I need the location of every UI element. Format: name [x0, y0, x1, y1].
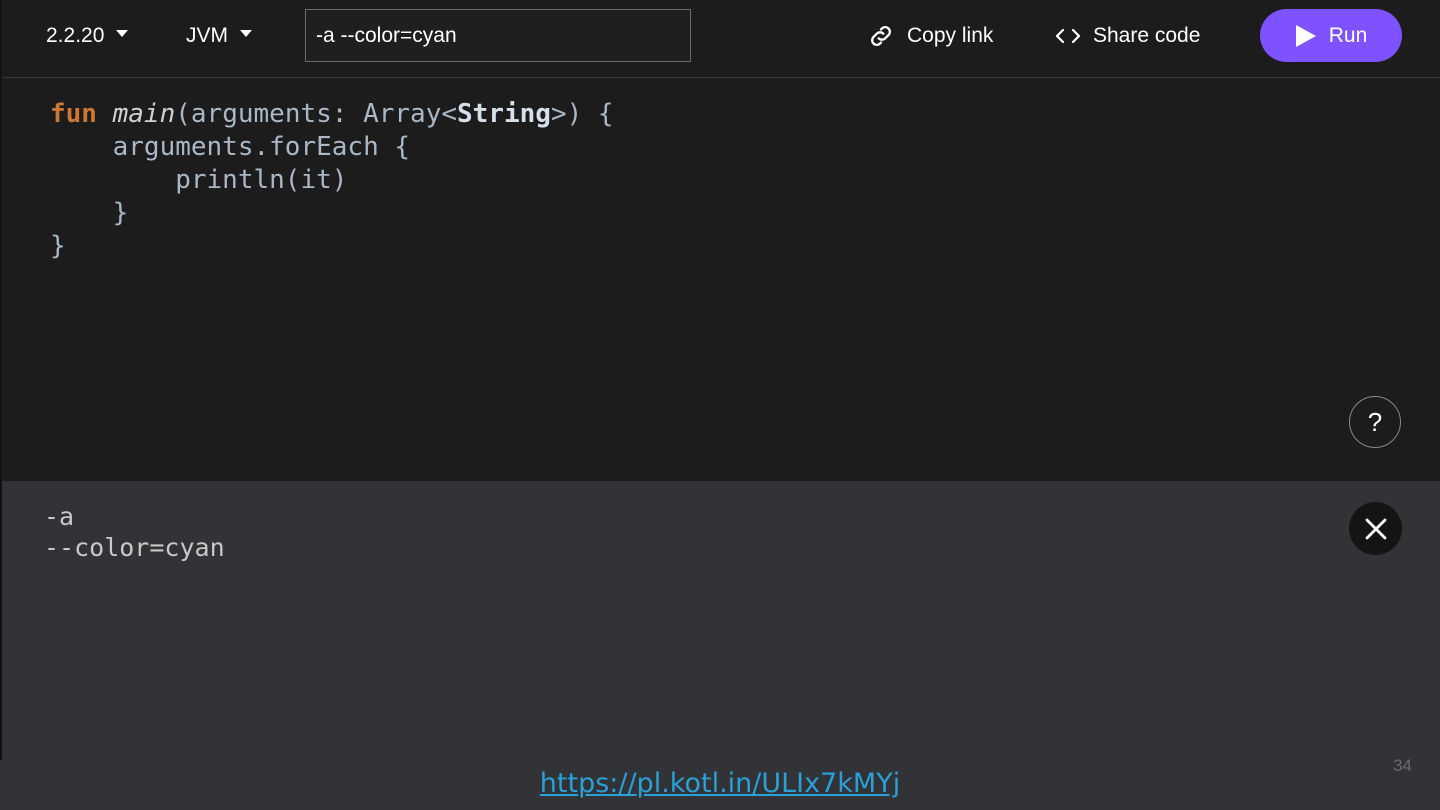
output-line: -a [44, 502, 75, 531]
type-name: String [457, 99, 551, 129]
share-code-button[interactable]: Share code [1055, 18, 1200, 54]
code-editor[interactable]: fun main(arguments: Array<String>) { arg… [2, 78, 1440, 481]
toolbar: 2.2.20 JVM Copy link Share code [2, 0, 1440, 78]
link-icon [870, 25, 892, 47]
code-text: >) { [550, 99, 614, 129]
code-line: fun main(arguments: Array<String>) { [50, 99, 614, 129]
code-brackets-icon [1055, 28, 1081, 44]
code-text: (arguments: Array< [175, 99, 458, 129]
output-text: -a --color=cyan [44, 501, 225, 563]
run-button[interactable]: Run [1260, 9, 1402, 62]
caret-down-icon [240, 29, 252, 37]
output-line: --color=cyan [44, 533, 225, 562]
function-name: main [112, 99, 176, 129]
play-icon [1295, 24, 1316, 47]
code-line: println(it) [50, 165, 348, 195]
copy-link-label: Copy link [907, 24, 994, 47]
code-line: arguments.forEach { [50, 132, 411, 162]
target-select[interactable]: JVM [186, 20, 252, 52]
target-label: JVM [186, 24, 228, 47]
playground-link[interactable]: https://pl.kotl.in/ULIx7kMYj [0, 768, 1440, 799]
help-button[interactable]: ? [1349, 396, 1401, 448]
version-select[interactable]: 2.2.20 [46, 20, 129, 52]
share-code-label: Share code [1093, 24, 1201, 47]
code-line: } [50, 231, 66, 261]
copy-link-button[interactable]: Copy link [867, 18, 993, 54]
close-output-button[interactable] [1349, 502, 1402, 555]
code-line: } [50, 198, 129, 228]
output-panel: -a --color=cyan [2, 481, 1440, 760]
caret-down-icon [116, 29, 129, 37]
version-label: 2.2.20 [46, 24, 105, 47]
code-block: fun main(arguments: Array<String>) { arg… [50, 98, 614, 263]
playground-frame: 2.2.20 JVM Copy link Share code [0, 0, 1440, 760]
program-arguments-input[interactable] [305, 9, 691, 62]
close-icon [1365, 518, 1386, 539]
run-label: Run [1328, 23, 1368, 47]
keyword: fun [50, 99, 97, 129]
page-number: 34 [1393, 756, 1412, 775]
